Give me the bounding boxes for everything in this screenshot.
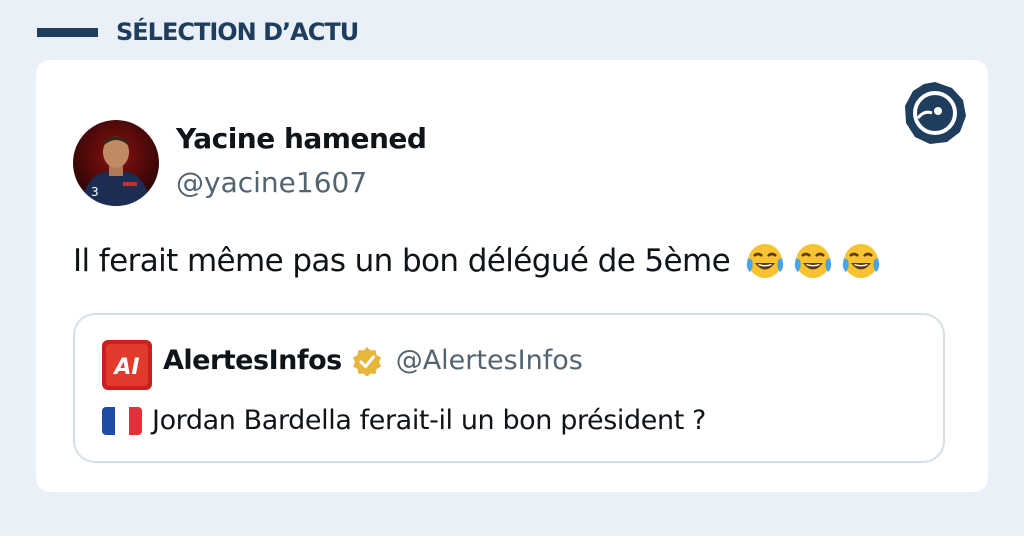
svg-text:3: 3 [91, 185, 99, 199]
author-name[interactable]: Yacine hamened [176, 122, 427, 155]
tears-of-joy-emoji-icon [794, 244, 832, 278]
section-header: SÉLECTION D’ACTU [37, 14, 359, 50]
header-accent-bar [37, 27, 98, 37]
tweet-body: Il ferait même pas un bon délégué de 5èm… [73, 240, 882, 282]
quoted-tweet[interactable]: AI AlertesInfos @AlertesInfos Jordan Bar… [73, 313, 945, 463]
france-flag-icon [102, 406, 142, 435]
section-title: SÉLECTION D’ACTU [116, 18, 359, 46]
author-handle[interactable]: @yacine1607 [176, 166, 367, 199]
quote-body: Jordan Bardella ferait-il un bon préside… [102, 405, 706, 436]
quote-author-name[interactable]: AlertesInfos [163, 345, 342, 376]
author-avatar[interactable]: 3 [73, 120, 159, 206]
tears-of-joy-emoji-icon [842, 244, 880, 278]
quote-text: Jordan Bardella ferait-il un bon préside… [152, 405, 706, 436]
tweet-text: Il ferait même pas un bon délégué de 5èm… [73, 243, 731, 279]
brand-logo-icon [905, 82, 966, 144]
avatar-photo: 3 [73, 120, 159, 206]
emoji-group [744, 240, 882, 282]
quote-header: AlertesInfos @AlertesInfos [163, 345, 583, 376]
tears-of-joy-emoji-icon [746, 244, 784, 278]
alertesinfos-logo-icon[interactable]: AI [102, 340, 152, 390]
quote-author-handle[interactable]: @AlertesInfos [396, 345, 583, 376]
logo-text: AI [112, 355, 139, 380]
tweet-card: 3 Yacine hamened @yacine1607 Il ferait m… [36, 60, 988, 492]
verified-badge-icon [352, 346, 381, 376]
